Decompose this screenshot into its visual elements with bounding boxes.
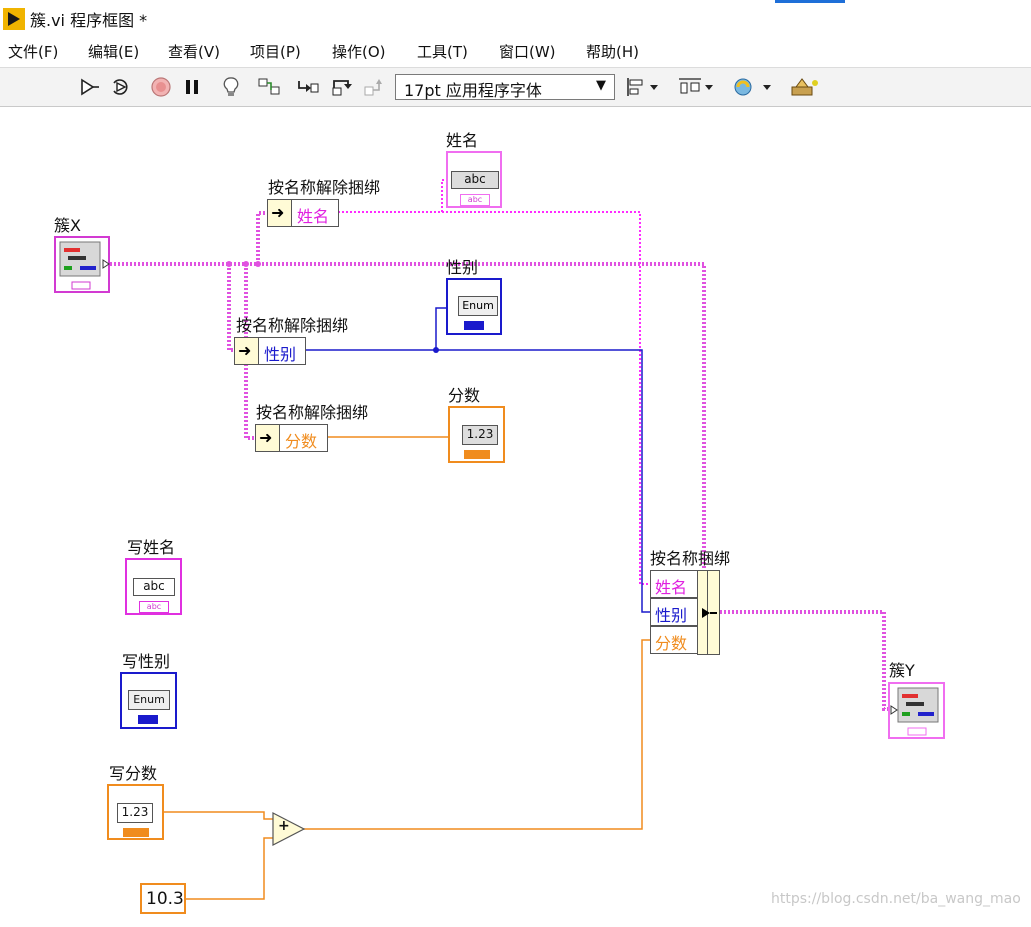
cluster-out-wire — [720, 610, 890, 711]
unbundle-gender-label: 按名称解除捆绑 — [236, 316, 349, 335]
numeric-wire-constant — [186, 837, 274, 900]
unbundle-score-label: 按名称解除捆绑 — [256, 403, 369, 422]
string-type-badge: abc — [460, 194, 490, 206]
write-gender-control-terminal[interactable]: Enum — [120, 672, 177, 729]
write-name-label: 写姓名 — [127, 538, 176, 557]
write-gender-label: 写性别 — [122, 652, 171, 671]
unbundle-name-label: 按名称解除捆绑 — [268, 178, 381, 197]
bundle-field-name-text: 姓名 — [655, 578, 688, 597]
unbundle-arrow-cell: ➜ — [235, 338, 259, 364]
indicator-gender-label: 性别 — [446, 258, 479, 277]
bundle-field-score[interactable]: 分数 — [650, 626, 700, 654]
cluster-y-label: 簇Y — [889, 661, 915, 680]
cluster-x-control-terminal[interactable] — [54, 236, 110, 293]
string-control-body: abc — [133, 578, 175, 596]
arrow-right-icon: ➜ — [238, 341, 252, 360]
dbl-type-badge — [464, 450, 490, 459]
indicator-name-label: 姓名 — [446, 131, 479, 150]
unbundle-arrow-cell: ➜ — [268, 200, 292, 226]
bundle-field-gender-text: 性别 — [655, 606, 688, 625]
cluster-wire — [110, 262, 706, 572]
numeric-control-body: 1.23 — [117, 803, 153, 823]
indicator-score-label: 分数 — [448, 386, 481, 405]
bundle-by-name-node[interactable] — [697, 570, 720, 655]
score-indicator-terminal[interactable]: 1.23 — [448, 406, 505, 463]
dbl-type-badge — [123, 828, 149, 837]
arrow-right-icon: ➜ — [259, 428, 273, 447]
string-type-badge: abc — [139, 601, 169, 613]
numeric-constant[interactable]: 10.3 — [140, 883, 186, 914]
string-wire — [338, 211, 650, 585]
string-indicator-body: abc — [451, 171, 499, 189]
unbundle-field-score: 分数 — [285, 432, 318, 451]
enum-indicator-body: Enum — [458, 296, 498, 316]
bundle-field-score-text: 分数 — [655, 634, 688, 653]
enum-type-badge — [138, 715, 158, 724]
gender-indicator-terminal[interactable]: Enum — [446, 278, 502, 335]
numeric-wire-write-score — [164, 811, 274, 820]
write-score-label: 写分数 — [109, 764, 158, 783]
add-symbol: + — [278, 818, 290, 834]
unbundle-by-name-node-gender[interactable]: ➜ 性别 — [234, 337, 306, 365]
watermark: https://blog.csdn.net/ba_wang_mao — [771, 891, 1021, 907]
enum-type-badge — [464, 321, 484, 330]
name-indicator-terminal[interactable]: abc abc — [446, 151, 502, 208]
bundle-field-name[interactable]: 姓名 — [650, 570, 700, 598]
bundle-arrow-icon — [702, 608, 717, 618]
unbundle-field-name: 姓名 — [297, 207, 330, 226]
unbundle-arrow-cell: ➜ — [256, 425, 280, 451]
write-name-control-terminal[interactable]: abc abc — [125, 558, 182, 615]
numeric-constant-value: 10.3 — [146, 889, 184, 909]
unbundle-by-name-node-score[interactable]: ➜ 分数 — [255, 424, 328, 452]
numeric-indicator-body: 1.23 — [462, 425, 498, 445]
cluster-y-indicator-terminal[interactable] — [888, 682, 945, 739]
write-score-control-terminal[interactable]: 1.23 — [107, 784, 164, 840]
unbundle-by-name-node-name[interactable]: ➜ 姓名 — [267, 199, 339, 227]
enum-control-body: Enum — [128, 690, 170, 710]
bundle-by-name-label: 按名称捆绑 — [650, 549, 731, 568]
unbundle-field-gender: 性别 — [264, 345, 297, 364]
arrow-right-icon: ➜ — [271, 203, 285, 222]
cluster-x-label: 簇X — [54, 216, 81, 235]
bundle-field-gender[interactable]: 性别 — [650, 598, 700, 626]
numeric-wire-sum — [304, 639, 650, 830]
